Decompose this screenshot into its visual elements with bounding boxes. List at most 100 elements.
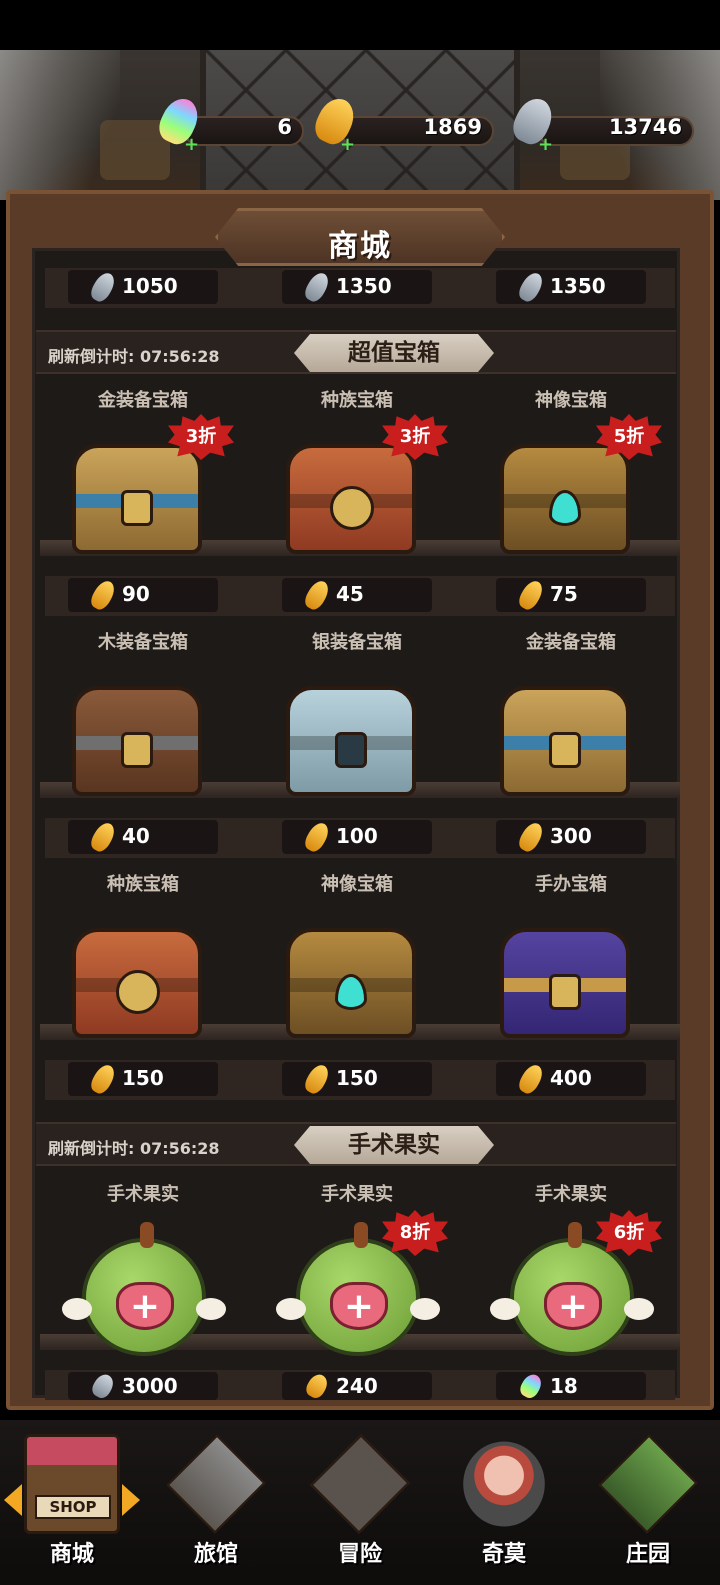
price-button[interactable]: 400 [496,1061,646,1097]
currency-gold[interactable]: + 1869 [309,92,494,155]
price-value: 100 [336,824,378,848]
section-banner-fruit: 刷新倒计时: 07:56:28 手术果实 [36,1122,676,1166]
refresh-countdown: 刷新倒计时: 07:56:28 [48,1139,220,1158]
silver-carrot-icon [515,269,547,305]
price-value: 1350 [336,274,392,298]
currency-rainbow[interactable]: + 6 [153,92,304,155]
silver-carrot-icon [87,269,119,305]
status-bar [0,0,720,50]
shop-item-chest[interactable]: 木装备宝箱 40 [36,624,250,860]
price-button[interactable]: 240 [282,1371,432,1401]
nav-label: 庄园 [625,1542,670,1567]
price-value: 1350 [550,274,606,298]
add-icon[interactable]: + [538,134,553,155]
shop-item-chest[interactable]: 银装备宝箱 100 [250,624,464,860]
currency-value: 6 [277,115,292,139]
add-icon[interactable]: + [340,134,355,155]
nav-label: 商城 [49,1542,94,1567]
currency-value: 13746 [608,115,682,139]
shop-item-chest[interactable]: 神像宝箱 150 [250,866,464,1102]
shop-item-fruit[interactable]: 手术果实 3000 [36,1176,250,1401]
refresh-countdown: 刷新倒计时: 07:56:28 [48,347,220,366]
item-name: 银装备宝箱 [312,632,402,653]
price-button[interactable]: 1350 [496,269,646,305]
nav-label: 旅馆 [193,1542,238,1567]
price-value: 45 [336,582,364,606]
surgery-fruit-icon [62,1222,226,1356]
nav-shop[interactable]: SHOP 商城 [0,1420,144,1585]
price-value: 18 [550,1374,578,1398]
gold-chest-icon [72,444,202,554]
shop-item-chest[interactable]: 金装备宝箱 300 [464,624,678,860]
shop-sign: SHOP [35,1495,111,1519]
bottom-nav: SHOP 商城 旅馆 冒险 奇莫 庄园 [0,1420,720,1585]
section-title: 手术果实 [348,1132,440,1158]
section-banner-chests: 刷新倒计时: 07:56:28 超值宝箱 [36,330,676,374]
shop-item-chest[interactable]: 神像宝箱 5折 75 [464,382,678,618]
item-name: 神像宝箱 [321,874,393,895]
gold-carrot-icon [303,1371,331,1401]
gold-carrot-icon [301,1061,333,1097]
nav-adventure[interactable]: 冒险 [288,1420,432,1585]
figure-chest-icon [500,928,630,1038]
qimo-character-icon [463,1441,545,1527]
price-value: 300 [550,824,592,848]
price-button[interactable]: 100 [282,819,432,855]
price-button[interactable]: 3000 [68,1371,218,1401]
shop-item-chest[interactable]: 种族宝箱 3折 45 [250,382,464,618]
item-name: 神像宝箱 [535,390,607,411]
wood-chest-icon [72,686,202,796]
rainbow-carrot-icon [517,1371,545,1401]
nav-qimo[interactable]: 奇莫 [432,1420,576,1585]
item-name: 手术果实 [321,1184,393,1205]
surgery-fruit-icon [490,1222,654,1356]
silver-carrot-icon [301,269,333,305]
price-button[interactable]: 150 [282,1061,432,1097]
item-name: 金装备宝箱 [526,632,616,653]
price-value: 75 [550,582,578,606]
shop-item-chest[interactable]: 种族宝箱 150 [36,866,250,1102]
gold-carrot-icon [87,1061,119,1097]
item-name: 金装备宝箱 [98,390,188,411]
price-value: 1050 [122,274,178,298]
price-button[interactable]: 150 [68,1061,218,1097]
manor-island-icon [598,1434,698,1534]
price-button[interactable]: 90 [68,577,218,613]
shop-item-fruit[interactable]: 手术果实8折240 [250,1176,464,1401]
price-value: 400 [550,1066,592,1090]
price-value: 3000 [122,1374,178,1398]
gold-carrot-icon [87,819,119,855]
shop-item-chest[interactable]: 手办宝箱 400 [464,866,678,1102]
section-title-plate: 超值宝箱 [294,334,494,372]
price-button[interactable]: 18 [496,1371,646,1401]
nav-label: 冒险 [337,1542,382,1567]
page-title: 商城 [328,229,392,264]
price-button[interactable]: 45 [282,577,432,613]
price-button[interactable]: 300 [496,819,646,855]
silver-carrot-icon [89,1371,117,1401]
price-value: 90 [122,582,150,606]
shop-item-fruit[interactable]: 手术果实6折18 [464,1176,678,1401]
race-chest-icon [286,444,416,554]
price-value: 150 [336,1066,378,1090]
shop-icon: SHOP [24,1434,120,1534]
item-name: 种族宝箱 [321,390,393,411]
nav-manor[interactable]: 庄园 [576,1420,720,1585]
price-value: 150 [122,1066,164,1090]
currency-silver[interactable]: + 13746 [507,92,694,155]
price-button[interactable]: 75 [496,577,646,613]
shop-item-chest[interactable]: 金装备宝箱 3折 90 [36,382,250,618]
price-button[interactable]: 1350 [282,269,432,305]
gold-chest-icon [500,686,630,796]
price-button[interactable]: 1050 [68,269,218,305]
section-title: 超值宝箱 [348,340,440,366]
price-button[interactable]: 40 [68,819,218,855]
item-name: 种族宝箱 [107,874,179,895]
nav-tavern[interactable]: 旅馆 [144,1420,288,1585]
statue-chest-icon [286,928,416,1038]
race-chest-icon [72,928,202,1038]
item-name: 手术果实 [107,1184,179,1205]
add-icon[interactable]: + [184,134,199,155]
item-name: 手办宝箱 [535,874,607,895]
gold-carrot-icon [87,577,119,613]
